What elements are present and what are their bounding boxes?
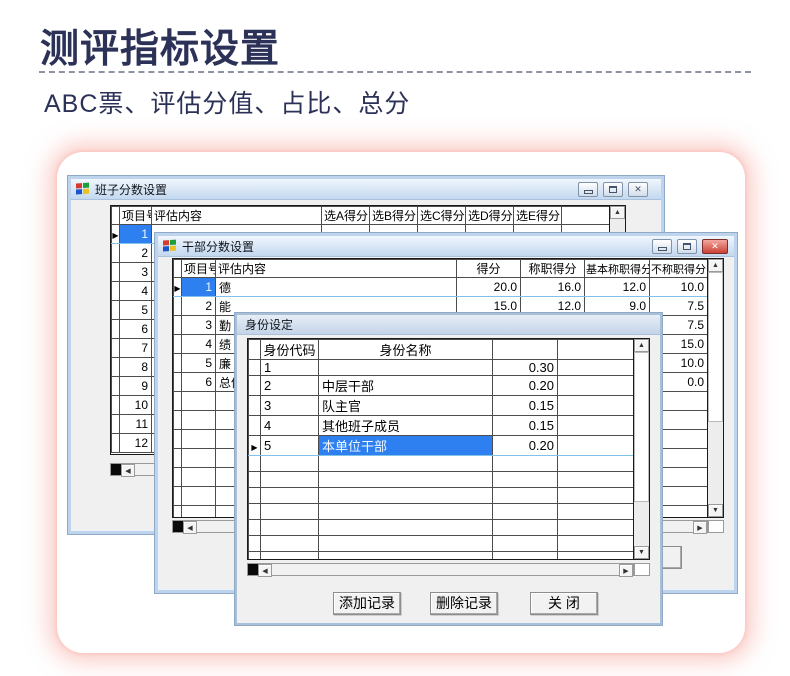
minimize-icon [584, 190, 593, 194]
row-pointer-icon: ▶ [112, 231, 118, 240]
shenfen-hscrollbar[interactable]: ◀ ▶ [247, 563, 634, 576]
ganbu-row-1-selected[interactable]: ▶ 1 德 20.0 16.0 12.0 10.0 [174, 278, 708, 297]
shenfen-table: 身份代码 身份名称 1 0.30 2 中层干部 0.20 [248, 339, 634, 560]
vscroll-thumb[interactable] [634, 352, 649, 502]
shenfen-row-empty[interactable] [249, 472, 634, 488]
window-title: 班子分数设置 [95, 181, 167, 198]
scrollbar-corner [634, 563, 650, 576]
ganbu-header-row: 项目号 评估内容 得分 称职得分 基本称职得分 不称职得分 [174, 260, 708, 278]
shenfen-header-row: 身份代码 身份名称 [249, 340, 634, 360]
close-dialog-button[interactable]: 关 闭 [530, 592, 598, 615]
page-title: 测评指标设置 [40, 18, 280, 74]
arrow-left-icon: ◀ [125, 467, 130, 475]
app-icon [76, 183, 90, 196]
arrow-down-icon: ▼ [712, 507, 719, 514]
maximize-icon [609, 186, 617, 193]
shenfen-row-empty[interactable] [249, 504, 634, 520]
shenfen-row[interactable]: 1 0.30 [249, 360, 634, 376]
arrow-left-icon: ◀ [262, 567, 267, 575]
ganbu-vscrollbar[interactable]: ▲ ▼ [707, 259, 723, 517]
maximize-icon [683, 243, 691, 250]
scroll-up-button[interactable]: ▲ [634, 339, 649, 352]
scroll-right-button[interactable]: ▶ [619, 564, 633, 577]
arrow-up-icon: ▲ [614, 209, 621, 216]
app-icon [163, 240, 177, 253]
shenfen-row-empty[interactable] [249, 488, 634, 504]
shenfen-row-5-selected[interactable]: ▶ 5 本单位干部 0.20 [249, 436, 634, 456]
partially-hidden-button[interactable] [660, 546, 682, 569]
arrow-down-icon: ▼ [638, 549, 645, 556]
scroll-up-button[interactable]: ▲ [610, 206, 625, 219]
scroll-left-button[interactable]: ◀ [121, 464, 135, 477]
hscroll-thumb[interactable] [248, 564, 258, 575]
maximize-button[interactable] [603, 182, 623, 197]
shenfen-row[interactable]: 4 其他班子成员 0.15 [249, 416, 634, 436]
minimize-button[interactable] [578, 182, 598, 197]
close-button[interactable]: ✕ [702, 239, 728, 254]
titlebar-banzi[interactable]: 班子分数设置 ✕ [71, 179, 661, 200]
banzi-header-row: 项目号 评估内容 选A得分 选B得分 选C得分 选D得分 选E得分 [112, 207, 610, 225]
arrow-left-icon: ◀ [187, 524, 192, 532]
shenfen-row[interactable]: 3 队主官 0.15 [249, 396, 634, 416]
scroll-down-button[interactable]: ▼ [708, 504, 723, 517]
scroll-right-button[interactable]: ▶ [693, 521, 707, 534]
close-icon: ✕ [634, 185, 642, 194]
delete-record-button[interactable]: 删除记录 [430, 592, 498, 615]
row-pointer-icon: ▶ [251, 443, 257, 452]
hscroll-thumb[interactable] [173, 521, 183, 532]
window-identity-settings: 身份设定 身份代码 身份名称 1 0.30 [235, 313, 662, 625]
shenfen-row-empty[interactable] [249, 536, 634, 552]
arrow-up-icon: ▲ [712, 262, 719, 269]
close-icon: ✕ [711, 242, 719, 251]
scroll-up-button[interactable]: ▲ [708, 259, 723, 272]
row-pointer-icon: ▶ [174, 284, 180, 293]
shenfen-row[interactable]: 2 中层干部 0.20 [249, 376, 634, 396]
page: 测评指标设置 ABC票、评估分值、占比、总分 班子分数设置 ✕ 项目号 评估内容… [0, 0, 790, 676]
titlebar-ganbu[interactable]: 干部分数设置 ✕ [158, 236, 734, 257]
titlebar-shenfen[interactable]: 身份设定 [237, 315, 660, 335]
arrow-right-icon: ▶ [623, 567, 628, 575]
arrow-up-icon: ▲ [638, 342, 645, 349]
minimize-button[interactable] [652, 239, 672, 254]
shenfen-row-empty[interactable] [249, 552, 634, 561]
page-subtitle: ABC票、评估分值、占比、总分 [44, 84, 410, 120]
arrow-right-icon: ▶ [697, 524, 702, 532]
window-title: 干部分数设置 [182, 238, 254, 255]
shenfen-row-empty[interactable] [249, 456, 634, 472]
scroll-left-button[interactable]: ◀ [258, 564, 272, 577]
divider-dashed [39, 71, 751, 73]
close-button[interactable]: ✕ [628, 182, 648, 197]
maximize-button[interactable] [677, 239, 697, 254]
shenfen-grid: 身份代码 身份名称 1 0.30 2 中层干部 0.20 [247, 338, 650, 560]
minimize-icon [658, 247, 667, 251]
hscroll-thumb[interactable] [111, 464, 121, 475]
shenfen-vscrollbar[interactable]: ▲ ▼ [633, 339, 649, 559]
scroll-down-button[interactable]: ▼ [634, 546, 649, 559]
scroll-left-button[interactable]: ◀ [183, 521, 197, 534]
scrollbar-corner [708, 520, 724, 533]
shenfen-row-empty[interactable] [249, 520, 634, 536]
window-title: 身份设定 [245, 316, 293, 333]
hscroll-track[interactable] [272, 564, 619, 575]
add-record-button[interactable]: 添加记录 [333, 592, 401, 615]
vscroll-thumb[interactable] [708, 272, 723, 422]
